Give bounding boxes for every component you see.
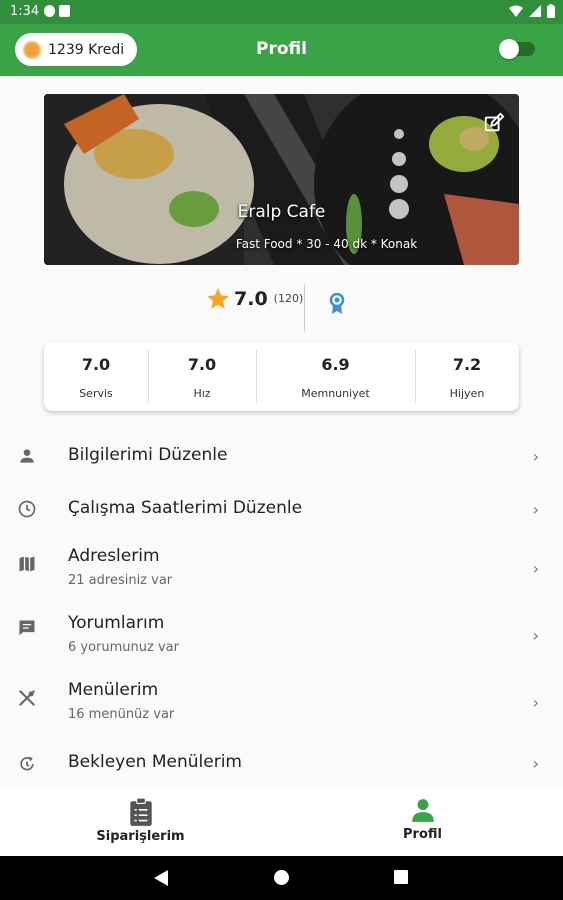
person-icon [20, 449, 34, 463]
score-label: Servis [79, 387, 113, 400]
system-status-icons [509, 4, 555, 18]
battery-icon [547, 4, 555, 18]
chevron-right-icon: › [532, 626, 539, 645]
toggle-knob [499, 39, 519, 59]
score-label: Hijyen [449, 387, 485, 400]
menu-item-edit-info[interactable]: Bilgilerimi Düzenle › [0, 430, 563, 482]
score-hijyen: 7.2 Hijyen [415, 342, 519, 411]
menu-item-subtitle: 6 yorumunuz var [68, 640, 179, 655]
tab-orders[interactable]: Siparişlerim [0, 787, 281, 856]
menu-item-pending-menus[interactable]: Bekleyen Menülerim › [0, 736, 563, 788]
menu-item-subtitle: 21 adresiniz var [68, 573, 173, 588]
menu-item-comments[interactable]: Yorumlarım 6 yorumunuz var › [0, 601, 563, 668]
app-bar: 1239 Kredi Profil [0, 24, 563, 76]
score-servis: 7.0 Servis [44, 342, 148, 411]
utensils-icon [19, 690, 35, 706]
score-value: 7.0 [81, 355, 111, 374]
menu-item-addresses[interactable]: Adreslerim 21 adresiniz var › [0, 534, 563, 601]
status-time: 1:34 [10, 4, 40, 19]
back-icon[interactable] [154, 870, 168, 886]
availability-toggle[interactable] [499, 39, 535, 59]
page-title: Profil [256, 39, 307, 59]
score-label: Memnuniyet [301, 387, 370, 400]
score-value: 6.9 [321, 355, 350, 374]
scores-card: 7.0 Servis 7.0 Hız 6.9 Memnuniyet 7.2 Hi… [44, 342, 519, 411]
menu-item-label: Menülerim [68, 680, 159, 700]
sd-card-icon [59, 5, 70, 17]
score-value: 7.2 [452, 355, 482, 374]
map-icon [19, 556, 35, 572]
chevron-right-icon: › [532, 447, 539, 466]
restaurant-subtitle: Fast Food * 30 - 40 dk * Konak [235, 237, 418, 251]
clock-icon [18, 500, 36, 518]
score-memnuniyet: 6.9 Memnuniyet [256, 342, 415, 411]
menu-item-label: Bekleyen Menülerim [68, 752, 242, 772]
restaurant-cover: Eralp Cafe Fast Food * 30 - 40 dk * Kona… [44, 94, 519, 265]
comment-icon [19, 620, 35, 636]
tab-profile-label: Profil [403, 827, 442, 842]
chevron-right-icon: › [532, 693, 539, 712]
restaurant-name: Eralp Cafe [237, 202, 326, 222]
status-bar: 1:34 [0, 0, 563, 24]
menu-item-menus[interactable]: Menülerim 16 menünüz var › [0, 668, 563, 736]
rating-divider [304, 284, 305, 332]
chevron-right-icon: › [532, 754, 539, 773]
menu-item-label: Çalışma Saatlerimi Düzenle [68, 498, 303, 518]
star-icon [207, 288, 229, 309]
wifi-icon [509, 5, 523, 17]
chevron-right-icon: › [532, 559, 539, 578]
menu-item-label: Adreslerim [68, 546, 160, 566]
rating-count: (120) [273, 291, 304, 305]
clipboard-icon [130, 797, 152, 826]
signal-icon [529, 5, 541, 17]
score-value: 7.0 [187, 355, 217, 374]
notification-icons [44, 5, 70, 17]
person-icon [412, 799, 434, 822]
score-label: Hız [193, 387, 211, 400]
refresh-clock-icon [20, 756, 34, 771]
tab-orders-label: Siparişlerim [96, 829, 185, 844]
menu-item-subtitle: 16 menünüz var [68, 707, 175, 722]
menu-item-working-hours[interactable]: Çalışma Saatlerimi Düzenle › [0, 482, 563, 534]
chevron-right-icon: › [532, 500, 539, 519]
system-navigation-bar [0, 856, 563, 900]
score-hiz: 7.0 Hız [148, 342, 256, 411]
menu-item-label: Yorumlarım [68, 613, 165, 633]
menu-item-label: Bilgilerimi Düzenle [68, 445, 228, 465]
rating-summary: 7.0 (120) [205, 286, 303, 312]
bottom-navigation: Siparişlerim Profil [0, 787, 563, 856]
tab-profile[interactable]: Profil [282, 787, 563, 856]
edit-icon[interactable] [483, 112, 505, 134]
rating-value: 7.0 [234, 288, 268, 310]
recents-icon[interactable] [394, 870, 408, 884]
app-notification-icon [44, 5, 55, 17]
award-badge-icon [329, 293, 345, 314]
home-icon[interactable] [274, 870, 289, 885]
